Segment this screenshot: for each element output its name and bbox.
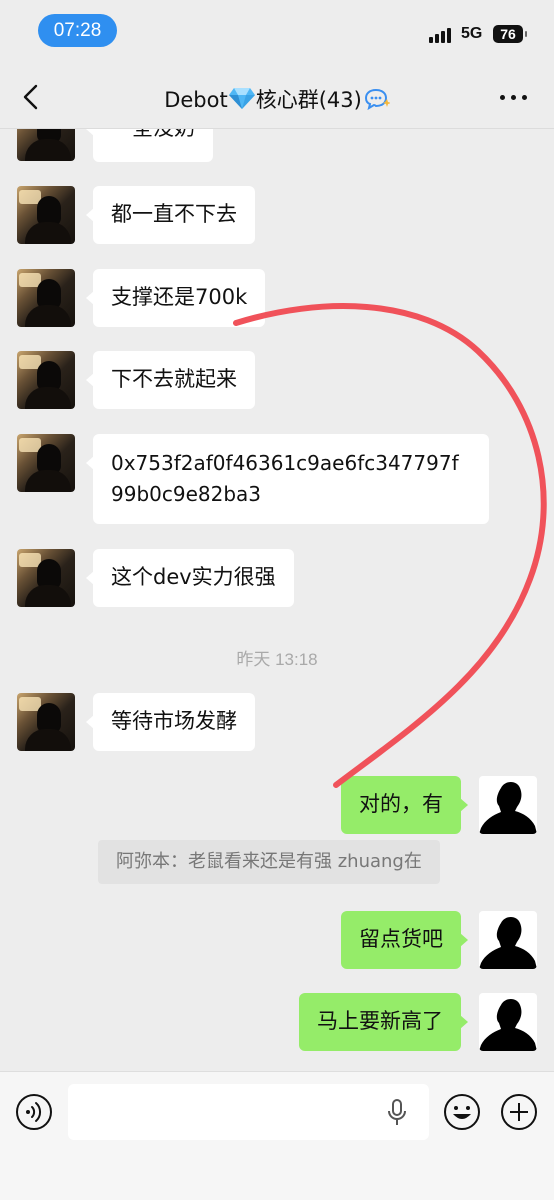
message-timestamp: 昨天 13:18 — [236, 650, 318, 669]
chat-messages: 一全没奶 都一直不下去 支撑还是700k 下不去就起来 0x753f2af0f4… — [0, 129, 554, 1071]
message-bubble-self[interactable]: 马上要新高了 — [299, 993, 468, 1051]
message-bubble-self[interactable]: 留点货吧 — [341, 911, 468, 969]
battery-indicator: 76 — [493, 25, 527, 43]
more-icon[interactable] — [500, 95, 528, 101]
chat-title: Debot 核心群(43) — [0, 84, 554, 114]
network-type: 5G — [461, 25, 483, 42]
avatar[interactable] — [17, 269, 75, 327]
status-bar: 07:28 5G 76 — [0, 0, 554, 62]
message-bubble[interactable]: 下不去就起来 — [86, 351, 255, 409]
quoted-message[interactable]: 阿弥本：老鼠看来还是有强 zhuang在 — [98, 840, 440, 884]
avatar-self[interactable] — [479, 911, 537, 969]
silhouette-icon — [479, 917, 537, 969]
message-input[interactable] — [68, 1084, 429, 1140]
avatar[interactable] — [17, 693, 75, 751]
message-bubble[interactable]: 都一直不下去 — [86, 186, 255, 244]
avatar[interactable] — [17, 434, 75, 492]
avatar-self[interactable] — [479, 993, 537, 1051]
chat-bubble-icon — [364, 88, 390, 110]
microphone-icon[interactable] — [387, 1099, 407, 1127]
message-bubble-self[interactable]: 对的，有 — [341, 776, 468, 834]
message-bubble[interactable]: 一全没奶 — [86, 129, 213, 162]
message-bubble[interactable]: 支撑还是700k — [85, 269, 266, 327]
silhouette-icon — [479, 999, 537, 1051]
voice-icon[interactable] — [15, 1093, 53, 1131]
message-bubble[interactable]: 等待市场发酵 — [86, 693, 255, 751]
avatar[interactable] — [17, 549, 75, 607]
chat-header: Debot 核心群(43) — [0, 62, 554, 129]
plus-icon[interactable] — [500, 1093, 538, 1131]
signal-icon — [429, 27, 455, 43]
avatar[interactable] — [17, 186, 75, 244]
emoji-icon[interactable] — [443, 1093, 481, 1131]
avatar[interactable] — [17, 351, 75, 409]
message-bubble[interactable]: 0x753f2af0f46361c9ae6fc347797f99b0c9e82b… — [86, 434, 489, 524]
silhouette-icon — [479, 782, 537, 834]
group-name-prefix: Debot — [164, 88, 228, 112]
avatar[interactable] — [17, 129, 75, 161]
status-time: 07:28 — [38, 14, 117, 47]
input-bar — [0, 1071, 554, 1200]
member-count: (43) — [318, 88, 362, 112]
diamond-icon — [228, 88, 255, 109]
avatar-self[interactable] — [479, 776, 537, 834]
group-name-suffix: 核心群 — [255, 88, 319, 112]
message-bubble[interactable]: 这个dev实力很强 — [86, 549, 294, 607]
